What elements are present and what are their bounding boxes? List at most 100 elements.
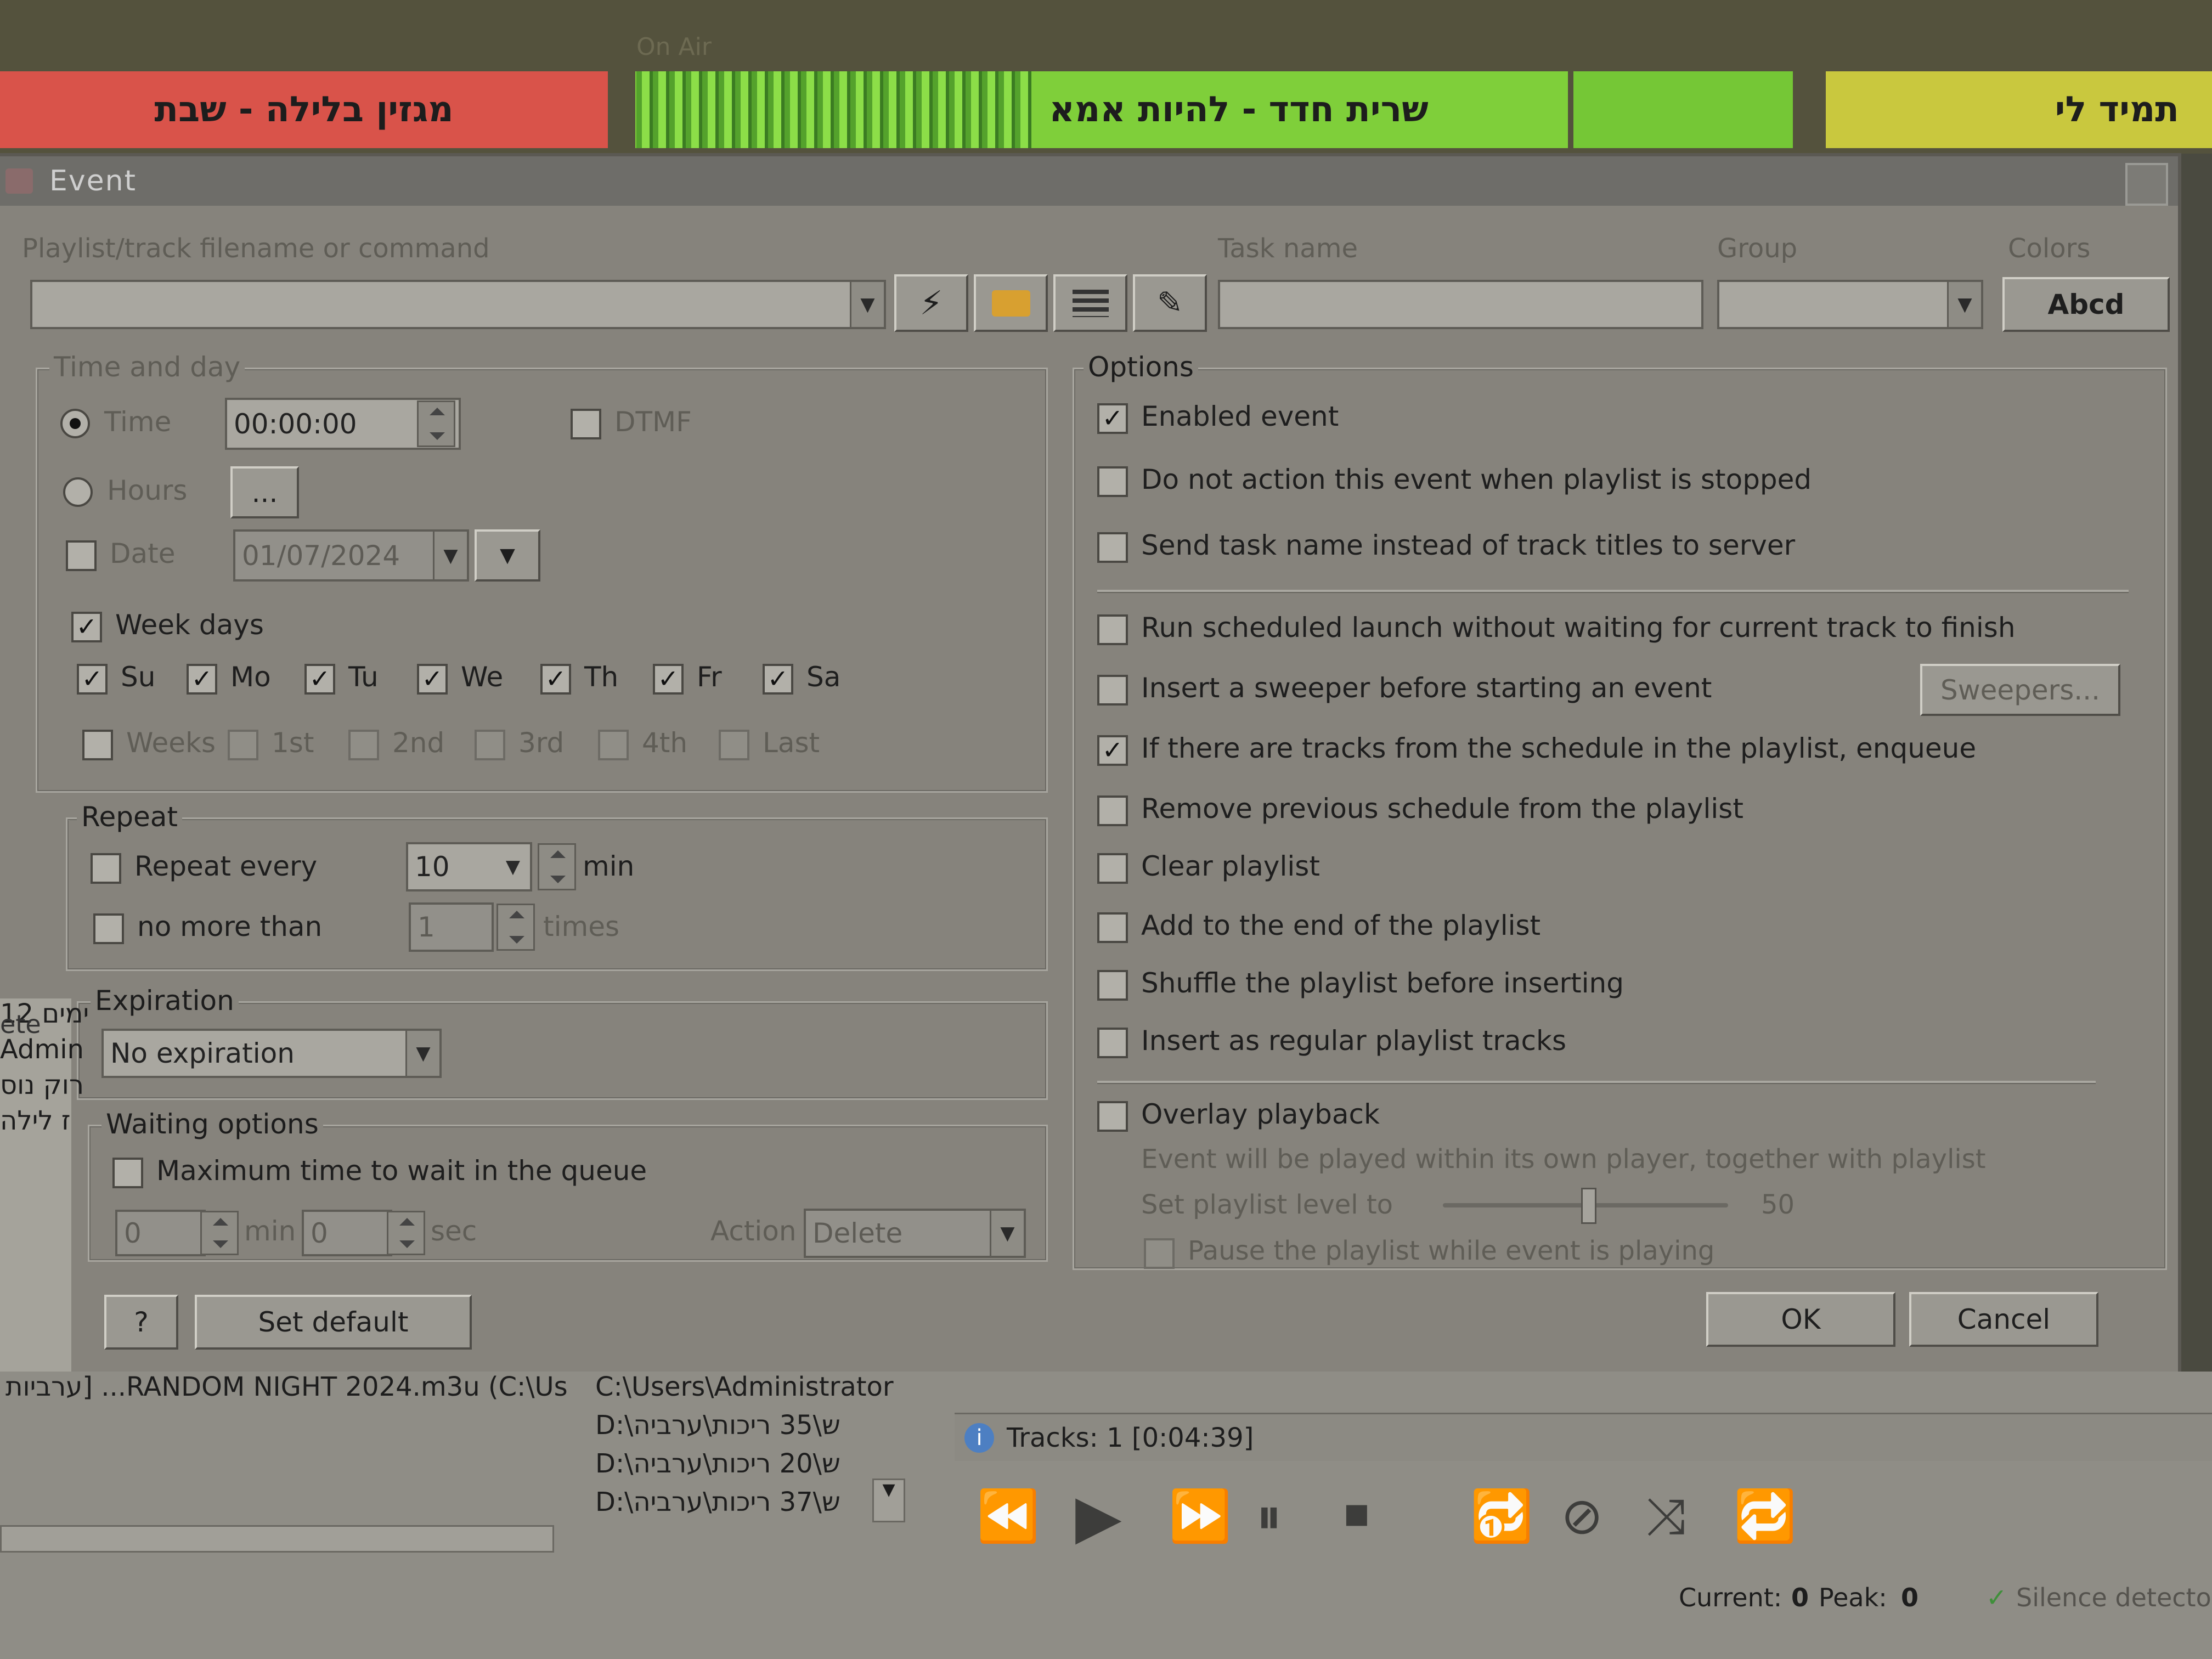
no-action-stopped-checkbox[interactable] [1097,466,1128,497]
insert-sweeper-checkbox[interactable] [1097,675,1128,706]
chevron-down-icon[interactable]: ▼ [405,1031,439,1076]
day-checkbox-su[interactable]: ✓ [77,664,108,695]
time-spinner[interactable] [417,400,455,447]
chevron-down-icon[interactable]: ▼ [1947,282,1981,327]
day-checkbox-fr[interactable]: ✓ [653,664,684,695]
colors-button[interactable]: Abcd [2002,277,2170,332]
day-checkbox-tu[interactable]: ✓ [304,664,335,695]
open-folder-button[interactable] [974,274,1048,332]
repeat-every-combo[interactable]: 10 ▼ [406,842,532,891]
track-segment-next[interactable]: תמיד לי [1826,71,2212,148]
edit-button[interactable]: ✎ [1133,274,1207,332]
send-task-name-checkbox[interactable] [1097,532,1128,563]
date-checkbox[interactable] [66,540,97,571]
sweepers-button[interactable]: Sweepers... [1920,664,2120,716]
repeat-once-icon[interactable]: 🔂 [1470,1487,1533,1546]
time-radio[interactable] [60,409,90,438]
colors-label: Colors [2008,233,2091,264]
waveform-display [636,71,1031,148]
times-unit-label: times [543,911,620,943]
add-to-end-checkbox[interactable] [1097,912,1128,943]
wait-min-input[interactable]: 0 [115,1210,206,1256]
chevron-down-icon[interactable]: ▼ [990,1211,1024,1256]
shuffle-checkbox[interactable] [1097,970,1128,1001]
chevron-down-icon[interactable]: ▼ [433,532,467,579]
day-label-su: Su [121,661,156,693]
wait-sec-spinner[interactable] [387,1211,425,1255]
horizontal-scrollbar[interactable] [0,1525,554,1553]
hours-radio[interactable] [63,477,93,507]
path-row[interactable]: D:\ש\20 ריכות\ערביה [595,1448,840,1479]
ok-button[interactable]: OK [1706,1292,1895,1347]
shuffle-icon[interactable]: ⤨ [1646,1487,1686,1547]
help-button[interactable]: ? [104,1295,178,1350]
week-checkbox-3rd[interactable] [475,730,505,760]
playlist-row[interactable]: RANDOM NIGHT 2024.m3u (C:\Us... [ערביות [5,1372,571,1402]
date-input[interactable]: 01/07/2024 ▼ [233,529,469,582]
pause-playlist-checkbox[interactable] [1144,1238,1175,1269]
no-more-than-checkbox[interactable] [93,913,124,944]
chevron-down-icon[interactable]: ▼ [850,282,884,327]
options-title: Options [1084,351,1198,383]
chevron-down-icon[interactable]: ▼ [496,844,530,889]
silence-detector[interactable]: Silence detector [2016,1583,2212,1612]
fast-forward-icon[interactable]: ⏩ [1169,1487,1232,1546]
no-more-than-input[interactable]: 1 [409,902,494,952]
playlist-filename-combo[interactable]: ▼ [30,280,886,329]
enabled-event-checkbox[interactable]: ✓ [1097,403,1128,434]
hours-button[interactable]: ... [230,466,299,518]
scroll-down-button[interactable]: ▼ [872,1479,905,1522]
stop-icon[interactable]: ⏹ [1344,1484,1369,1544]
list-button[interactable] [1053,274,1127,332]
path-row[interactable]: C:\Users\Administrator [595,1372,894,1402]
block-icon[interactable]: ⊘ [1561,1487,1603,1545]
no-more-than-spinner[interactable] [496,904,535,951]
play-icon[interactable]: ▶ [1075,1481,1122,1551]
wait-sec-input[interactable]: 0 [302,1210,392,1256]
enqueue-checkbox[interactable]: ✓ [1097,735,1128,766]
action-combo[interactable]: Delete ▼ [804,1209,1026,1258]
day-checkbox-th[interactable]: ✓ [540,664,571,695]
clear-playlist-checkbox[interactable] [1097,853,1128,884]
level-slider-thumb[interactable] [1581,1188,1596,1224]
expiration-combo[interactable]: No expiration ▼ [101,1029,442,1078]
group-combo[interactable]: ▼ [1717,280,1983,329]
expiration-title: Expiration [91,985,239,1017]
rewind-icon[interactable]: ⏪ [977,1487,1040,1546]
lightning-button[interactable]: ⚡ [894,274,968,332]
week-checkbox-2nd[interactable] [348,730,379,760]
week-checkbox-last[interactable] [719,730,749,760]
repeat-every-checkbox[interactable] [91,853,121,884]
date-dropdown-button[interactable]: ▼ [475,529,540,582]
close-icon[interactable] [2125,163,2168,206]
overlay-checkbox[interactable] [1097,1101,1128,1132]
set-default-button[interactable]: Set default [195,1295,472,1350]
repeat-every-spinner[interactable] [538,843,576,890]
week-days-checkbox[interactable]: ✓ [71,612,102,642]
dialog-titlebar[interactable]: Event [0,156,2178,206]
insert-sweeper-label: Insert a sweeper before starting an even… [1141,672,1712,704]
weeks-checkbox[interactable] [82,730,113,760]
remove-previous-checkbox[interactable] [1097,795,1128,826]
dtmf-checkbox[interactable] [571,409,601,439]
chevron-down-icon: ▼ [882,1480,895,1499]
pause-icon[interactable]: ⏸ [1256,1487,1282,1547]
week-checkbox-1st[interactable] [228,730,258,760]
day-checkbox-sa[interactable]: ✓ [763,664,793,695]
insert-regular-checkbox[interactable] [1097,1028,1128,1058]
run-scheduled-checkbox[interactable] [1097,614,1128,645]
path-row[interactable]: D:\ש\37 ריכות\ערביה [595,1487,840,1517]
run-scheduled-label: Run scheduled launch without waiting for… [1141,612,2016,644]
task-name-input[interactable] [1218,280,1703,329]
cancel-button[interactable]: Cancel [1909,1292,2098,1347]
wait-min-spinner[interactable] [200,1211,239,1255]
track-segment-previous[interactable]: מגזין בלילה - שבת [0,71,608,148]
path-row[interactable]: D:\ש\35 ריכות\ערביה [595,1410,840,1441]
day-checkbox-we[interactable]: ✓ [417,664,448,695]
week-checkbox-4th[interactable] [598,730,629,760]
max-wait-checkbox[interactable] [112,1158,143,1188]
day-checkbox-mo[interactable]: ✓ [187,664,217,695]
loop-icon[interactable]: 🔁 [1734,1487,1797,1546]
playlist-filename-label: Playlist/track filename or command [22,233,490,264]
background-left-panel: ימים 12 Admin רוק נוס ז לילה [0,998,89,1372]
